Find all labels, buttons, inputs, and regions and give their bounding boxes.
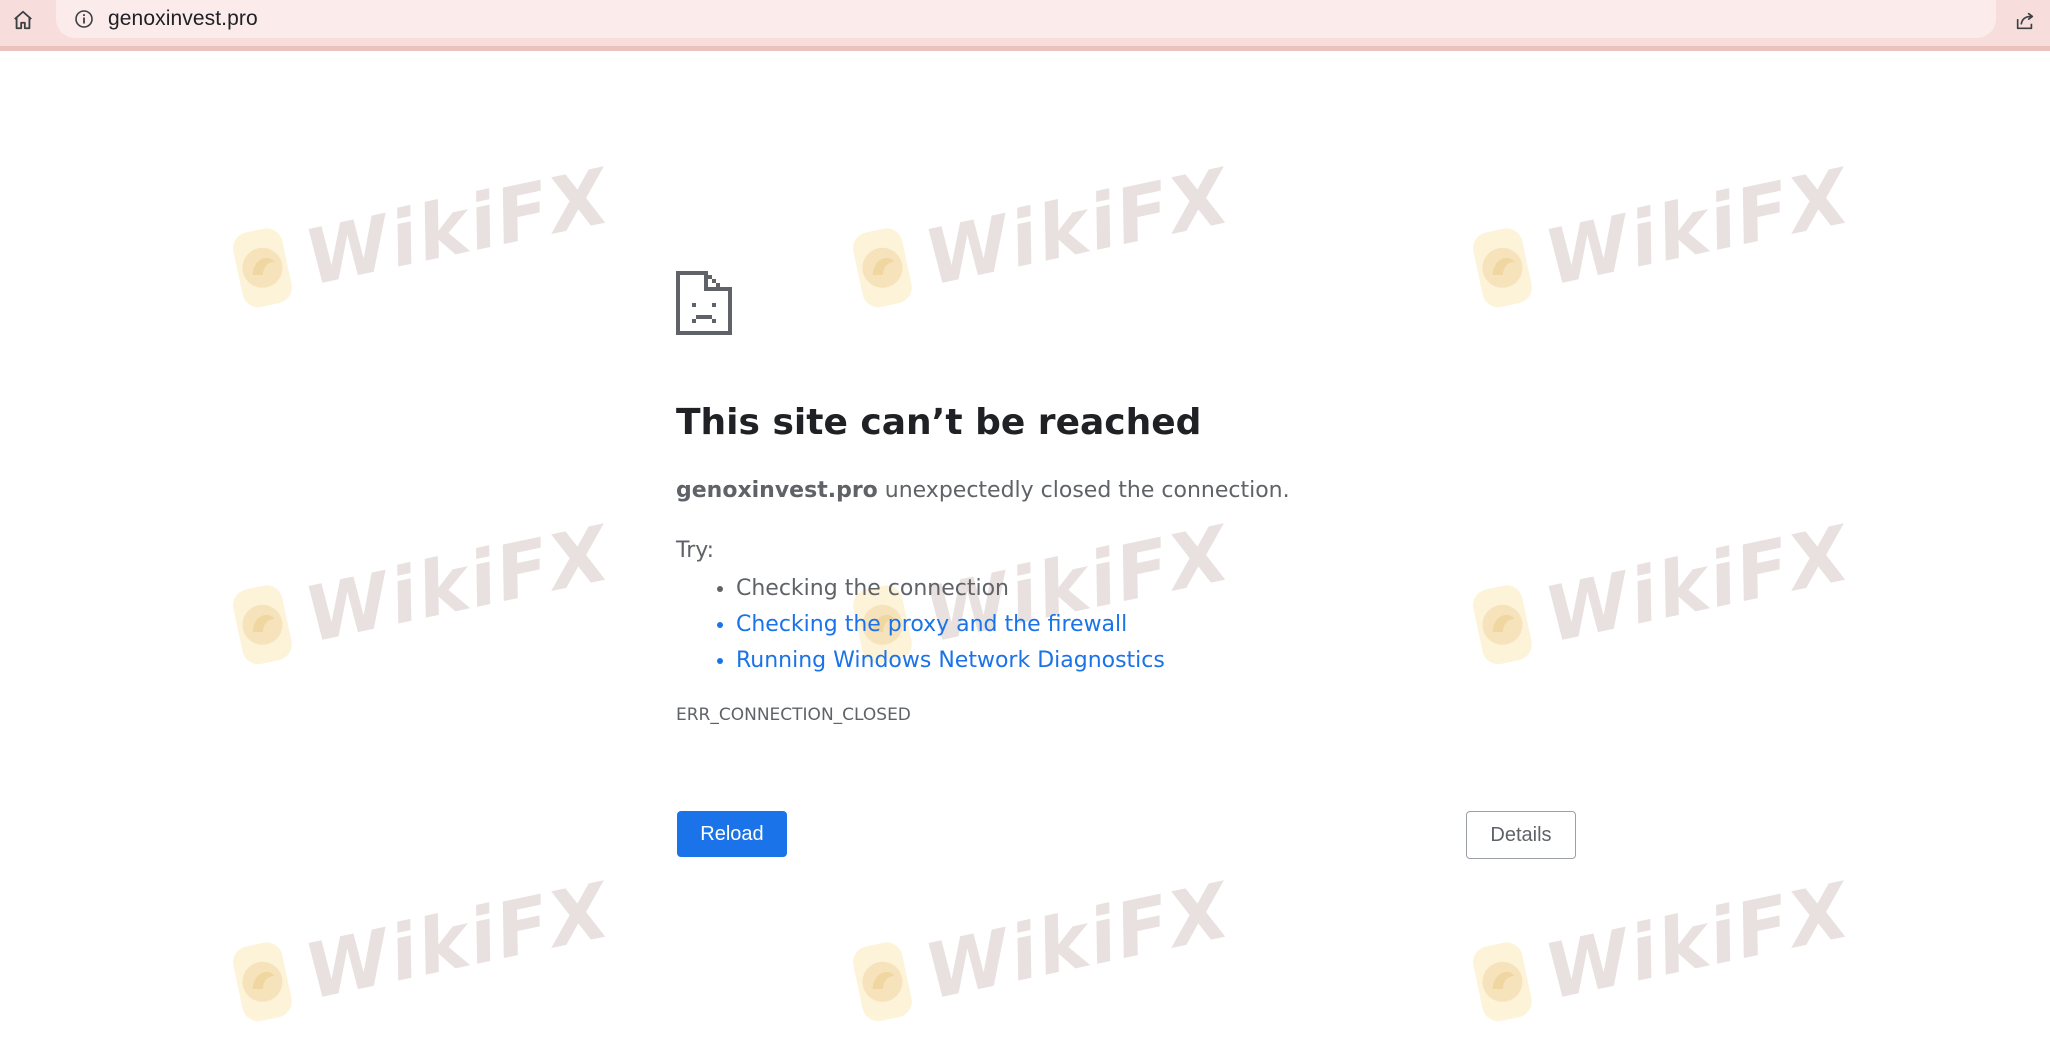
watermark-text: WikiFX bbox=[297, 150, 618, 302]
home-icon bbox=[14, 10, 32, 30]
try-label: Try: bbox=[676, 538, 715, 563]
watermark-text: WikiFX bbox=[1537, 150, 1858, 302]
watermark-text: WikiFX bbox=[297, 507, 618, 659]
watermark-text: WikiFX bbox=[1537, 864, 1858, 1016]
wikifx-logo-icon bbox=[850, 939, 915, 1025]
suggestion-check-connection: Checking the connection bbox=[736, 571, 1165, 607]
watermark-text: WikiFX bbox=[297, 864, 618, 1016]
suggestions-list: Checking the connection Checking the pro… bbox=[676, 571, 1165, 679]
wikifx-logo-icon bbox=[1470, 582, 1535, 668]
wikifx-watermark: WikiFX bbox=[227, 506, 618, 684]
error-host: genoxinvest.pro bbox=[676, 478, 878, 503]
wikifx-logo-icon bbox=[850, 225, 915, 311]
wikifx-logo-icon bbox=[1470, 939, 1535, 1025]
error-message: genoxinvest.pro unexpectedly closed the … bbox=[676, 478, 1290, 503]
wikifx-watermark: WikiFX bbox=[1467, 149, 1858, 327]
watermark-text: WikiFX bbox=[917, 864, 1238, 1016]
share-icon bbox=[2016, 12, 2034, 30]
share-button[interactable] bbox=[2008, 4, 2042, 38]
address-bar[interactable]: genoxinvest.pro bbox=[56, 0, 1996, 38]
reload-button[interactable]: Reload bbox=[677, 811, 787, 857]
suggestion-check-proxy-firewall-link[interactable]: Checking the proxy and the firewall bbox=[736, 607, 1165, 643]
wikifx-watermark: WikiFX bbox=[227, 863, 618, 1041]
site-info-button[interactable] bbox=[72, 7, 96, 31]
wikifx-logo-icon bbox=[1470, 225, 1535, 311]
wikifx-logo-icon bbox=[230, 225, 295, 311]
suggestion-network-diagnostics-link[interactable]: Running Windows Network Diagnostics bbox=[736, 643, 1165, 679]
wikifx-logo-icon bbox=[230, 582, 295, 668]
watermark-text: WikiFX bbox=[917, 150, 1238, 302]
error-message-suffix: unexpectedly closed the connection. bbox=[877, 478, 1290, 503]
wikifx-watermark: WikiFX bbox=[847, 149, 1238, 327]
info-icon bbox=[75, 10, 93, 28]
sad-page-icon bbox=[676, 271, 732, 335]
error-code: ERR_CONNECTION_CLOSED bbox=[676, 705, 911, 725]
details-button[interactable]: Details bbox=[1466, 811, 1576, 859]
browser-window: genoxinvest.pro WikiFX WikiFX WikiFX Wik… bbox=[0, 0, 2050, 1045]
watermark-text: WikiFX bbox=[1537, 507, 1858, 659]
wikifx-watermark: WikiFX bbox=[1467, 506, 1858, 684]
wikifx-logo-icon bbox=[230, 939, 295, 1025]
home-button[interactable] bbox=[6, 3, 40, 37]
wikifx-watermark: WikiFX bbox=[227, 149, 618, 327]
error-title: This site can’t be reached bbox=[676, 402, 1202, 443]
browser-toolbar: genoxinvest.pro bbox=[0, 0, 2050, 51]
url-text[interactable]: genoxinvest.pro bbox=[108, 7, 258, 31]
wikifx-watermark: WikiFX bbox=[1467, 863, 1858, 1041]
wikifx-watermark: WikiFX bbox=[847, 863, 1238, 1041]
